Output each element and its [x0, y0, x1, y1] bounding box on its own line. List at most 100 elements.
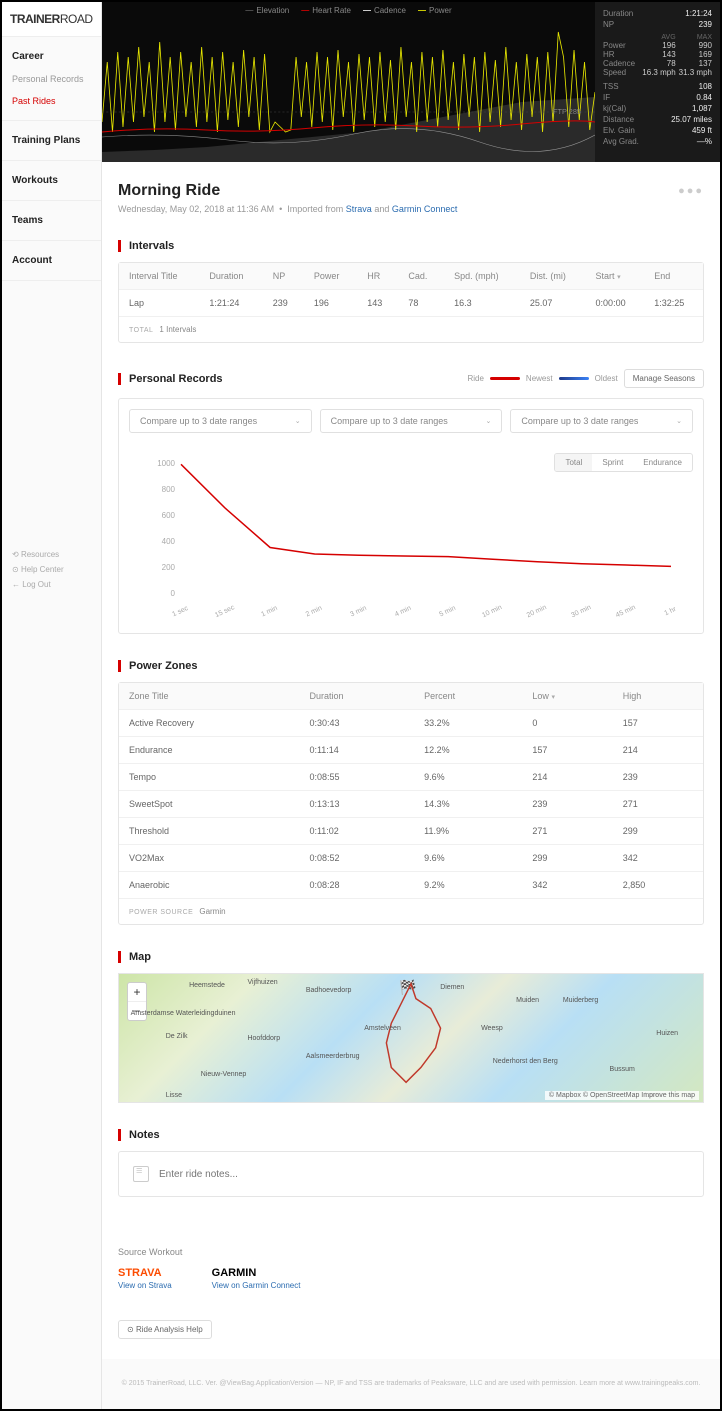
- col-power[interactable]: Power: [304, 263, 357, 290]
- svg-text:1 sec: 1 sec: [171, 605, 190, 619]
- svg-text:15 sec: 15 sec: [214, 604, 236, 619]
- map-place-label: Heemstede: [189, 982, 225, 989]
- stat-duration: 1:21:24: [685, 9, 712, 18]
- col-zone-low[interactable]: Low ▾: [522, 683, 612, 710]
- chevron-down-icon: ⌄: [485, 417, 491, 425]
- pr-dropdown-1[interactable]: Compare up to 3 date ranges⌄: [129, 409, 312, 433]
- stat-elev: 459 ft: [692, 126, 712, 135]
- svg-text:400: 400: [162, 537, 176, 546]
- map-place-label: De Zilk: [166, 1033, 188, 1040]
- pr-legend: Ride Newest Oldest Manage Seasons: [467, 369, 704, 388]
- zone-row[interactable]: Threshold0:11:0211.9%271299: [119, 818, 703, 845]
- garmin-logo: GARMIN: [212, 1267, 301, 1279]
- svg-text:1 min: 1 min: [260, 605, 279, 619]
- garmin-link[interactable]: Garmin Connect: [392, 204, 458, 214]
- zone-row[interactable]: Tempo0:08:559.6%214239: [119, 764, 703, 791]
- main-content: Elevation Heart Rate Cadence Power FTP 2…: [102, 2, 720, 1409]
- col-end[interactable]: End: [644, 263, 703, 290]
- ride-chart[interactable]: Elevation Heart Rate Cadence Power FTP 2…: [102, 2, 595, 162]
- stat-duration-label: Duration: [603, 9, 633, 18]
- pr-dropdown-3[interactable]: Compare up to 3 date ranges⌄: [510, 409, 693, 433]
- map[interactable]: + − 🏁 HeemstedeVijfhuizenBadhoevedorpDie…: [118, 973, 704, 1103]
- col-np[interactable]: NP: [263, 263, 304, 290]
- pr-tab-endurance[interactable]: Endurance: [633, 454, 692, 471]
- col-spd[interactable]: Spd. (mph): [444, 263, 520, 290]
- notes-input[interactable]: [159, 1169, 689, 1180]
- nav-workouts[interactable]: Workouts: [2, 169, 101, 192]
- svg-text:1000: 1000: [157, 459, 175, 468]
- stat-cadence-label: Cadence: [603, 59, 639, 68]
- sidebar: TRAINERROAD Career Personal Records Past…: [2, 2, 102, 1409]
- svg-text:45 min: 45 min: [615, 604, 637, 619]
- col-hr[interactable]: HR: [357, 263, 398, 290]
- manage-seasons-button[interactable]: Manage Seasons: [624, 369, 704, 388]
- pr-dropdown-2[interactable]: Compare up to 3 date ranges⌄: [320, 409, 503, 433]
- nav-personal-records[interactable]: Personal Records: [2, 68, 101, 90]
- logo-thin: ROAD: [60, 12, 93, 26]
- map-place-label: Huizen: [656, 1030, 678, 1037]
- nav-account[interactable]: Account: [2, 249, 101, 272]
- legend-cadence[interactable]: Cadence: [363, 6, 406, 15]
- col-zone-duration[interactable]: Duration: [299, 683, 414, 710]
- intervals-footer: TOTAL1 Intervals: [119, 316, 703, 342]
- stat-grad: —%: [697, 137, 712, 146]
- zone-row[interactable]: SweetSpot0:13:1314.3%239271: [119, 791, 703, 818]
- stat-grad-label: Avg Grad.: [603, 137, 639, 146]
- sidebar-footer: ⟲ Resources ⊙ Help Center ← Log Out: [2, 541, 101, 598]
- nav-resources[interactable]: ⟲ Resources: [2, 547, 101, 562]
- ride-analysis-help-button[interactable]: ⊙ Ride Analysis Help: [118, 1320, 212, 1339]
- view-on-strava-link[interactable]: View on Strava: [118, 1281, 172, 1290]
- zone-row[interactable]: VO2Max0:08:529.6%299342: [119, 845, 703, 872]
- zones-table: Zone Title Duration Percent Low ▾ High A…: [119, 683, 703, 898]
- col-cad[interactable]: Cad.: [398, 263, 444, 290]
- nav-past-rides[interactable]: Past Rides: [2, 90, 101, 112]
- col-interval-title[interactable]: Interval Title: [119, 263, 199, 290]
- ride-subtitle: Wednesday, May 02, 2018 at 11:36 AM • Im…: [118, 204, 704, 214]
- zone-row[interactable]: Anaerobic0:08:289.2%3422,850: [119, 872, 703, 899]
- col-zone-high[interactable]: High: [613, 683, 703, 710]
- svg-text:600: 600: [162, 511, 176, 520]
- col-start[interactable]: Start ▾: [586, 263, 645, 290]
- nav-logout[interactable]: ← Log Out: [2, 577, 101, 592]
- pr-tab-sprint[interactable]: Sprint: [592, 454, 633, 471]
- nav-teams[interactable]: Teams: [2, 209, 101, 232]
- sort-caret-icon: ▾: [617, 274, 621, 281]
- more-menu-icon[interactable]: ●●●: [678, 185, 704, 197]
- legend-heart-rate[interactable]: Heart Rate: [301, 6, 351, 15]
- map-attribution[interactable]: © Mapbox © OpenStreetMap Improve this ma…: [545, 1091, 699, 1100]
- zone-row[interactable]: Active Recovery0:30:4333.2%0157: [119, 710, 703, 737]
- stat-hr-avg: 143: [639, 50, 675, 59]
- map-place-label: Aalsmeerderbrug: [306, 1053, 360, 1060]
- col-zone-percent[interactable]: Percent: [414, 683, 522, 710]
- nav-career[interactable]: Career: [2, 45, 101, 68]
- svg-text:2 min: 2 min: [305, 605, 324, 619]
- map-place-label: Weesp: [481, 1025, 503, 1032]
- ride-chart-area: Elevation Heart Rate Cadence Power FTP 2…: [102, 2, 720, 162]
- pr-tab-total[interactable]: Total: [555, 454, 592, 471]
- intervals-table: Interval Title Duration NP Power HR Cad.…: [119, 263, 703, 316]
- nav-help[interactable]: ⊙ Help Center: [2, 562, 101, 577]
- view-on-garmin-link[interactable]: View on Garmin Connect: [212, 1281, 301, 1290]
- logo-bold: TRAINER: [10, 12, 60, 26]
- logo[interactable]: TRAINERROAD: [2, 2, 101, 37]
- map-place-label: Bussum: [610, 1066, 635, 1073]
- svg-text:4 min: 4 min: [394, 605, 413, 619]
- chart-legend: Elevation Heart Rate Cadence Power: [245, 6, 451, 15]
- strava-link[interactable]: Strava: [346, 204, 372, 214]
- stat-distance: 25.07 miles: [671, 115, 712, 124]
- col-duration[interactable]: Duration: [199, 263, 262, 290]
- pr-chart[interactable]: Total Sprint Endurance 02004006008001000…: [129, 453, 693, 623]
- zone-row[interactable]: Endurance0:11:1412.2%157214: [119, 737, 703, 764]
- legend-power[interactable]: Power: [418, 6, 452, 15]
- legend-elevation[interactable]: Elevation: [245, 6, 289, 15]
- interval-row[interactable]: Lap 1:21:24 239 196 143 78 16.3 25.07 0:…: [119, 290, 703, 317]
- stat-tss-label: TSS: [603, 82, 619, 91]
- col-zone-title[interactable]: Zone Title: [119, 683, 299, 710]
- col-dist[interactable]: Dist. (mi): [520, 263, 586, 290]
- zones-title: Power Zones: [118, 660, 197, 672]
- ride-title: Morning Ride: [118, 182, 220, 200]
- nav-training-plans[interactable]: Training Plans: [2, 129, 101, 152]
- stat-speed-label: Speed: [603, 68, 639, 77]
- svg-text:20 min: 20 min: [526, 604, 548, 619]
- map-zoom-in[interactable]: +: [128, 983, 146, 1002]
